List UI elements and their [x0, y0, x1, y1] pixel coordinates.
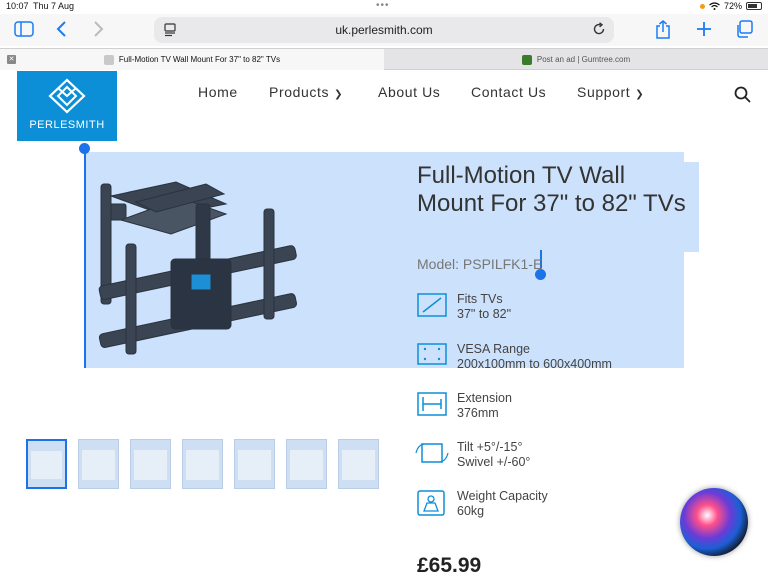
- thumbnail-3[interactable]: [130, 439, 171, 489]
- location-indicator-icon: [699, 3, 705, 9]
- nav-support[interactable]: Support ❯: [577, 84, 644, 100]
- thumbnail-6[interactable]: [286, 439, 327, 489]
- logo-text: PERLESMITH: [29, 119, 105, 131]
- status-bar: 10:07 Thu 7 Aug ••• 72%: [0, 0, 768, 14]
- sidebar-icon[interactable]: [14, 20, 34, 38]
- battery-icon: [746, 2, 762, 10]
- thumbnail-5[interactable]: [234, 439, 275, 489]
- siri-orb-icon[interactable]: [680, 488, 748, 556]
- spec-label: Weight Capacity: [457, 489, 548, 503]
- tv-size-icon: [417, 293, 447, 317]
- spec-label: Tilt +5°/-15°: [457, 440, 523, 454]
- chevron-down-icon: ❯: [334, 89, 344, 100]
- spec-label: VESA Range: [457, 342, 530, 356]
- product-image[interactable]: [96, 174, 306, 364]
- weight-icon: [417, 490, 445, 516]
- nav-contact-us[interactable]: Contact Us: [471, 84, 546, 100]
- product-model: Model: PSPILFK1-E: [417, 256, 543, 272]
- spec-value: 376mm: [457, 406, 499, 420]
- browser-toolbar: uk.perlesmith.com: [0, 14, 768, 46]
- thumbnail-4[interactable]: [182, 439, 223, 489]
- spec-value: 200x100mm to 600x400mm: [457, 357, 612, 371]
- selection-start-caret: [84, 150, 86, 368]
- nav-label: Home: [198, 84, 238, 100]
- nav-products[interactable]: Products ❯: [269, 84, 343, 100]
- vesa-icon: [417, 343, 447, 365]
- tab-gumtree[interactable]: Post an ad | Gumtree.com: [384, 49, 768, 70]
- new-tab-icon[interactable]: [696, 20, 712, 38]
- spec-value: Swivel +/-60°: [457, 455, 531, 469]
- status-time: 10:07: [6, 1, 29, 11]
- tab-bar: ✕ Full-Motion TV Wall Mount For 37" to 8…: [0, 48, 768, 70]
- thumbnail-1[interactable]: [26, 439, 67, 489]
- battery-percent: 72%: [723, 1, 742, 11]
- multitasking-dots-icon[interactable]: •••: [376, 0, 390, 11]
- share-icon[interactable]: [655, 20, 671, 40]
- spec-label: Fits TVs: [457, 292, 503, 306]
- extension-icon: [417, 392, 447, 416]
- nav-label: Products: [269, 84, 330, 100]
- nav-label: Contact Us: [471, 84, 547, 100]
- forward-icon[interactable]: [92, 20, 104, 38]
- back-icon[interactable]: [56, 20, 68, 38]
- tab-overview-icon[interactable]: [735, 20, 753, 38]
- search-icon[interactable]: [734, 86, 751, 103]
- thumbnail-7[interactable]: [338, 439, 379, 489]
- product-price: £65.99: [417, 554, 482, 577]
- selection-start-handle[interactable]: [79, 143, 90, 154]
- nav-label: Support: [577, 84, 631, 100]
- chevron-down-icon: ❯: [635, 89, 645, 100]
- perlesmith-logo[interactable]: PERLESMITH: [17, 71, 117, 141]
- nav-home[interactable]: Home: [198, 84, 238, 100]
- nav-about-us[interactable]: About Us: [378, 84, 440, 100]
- status-date: Thu 7 Aug: [33, 1, 75, 11]
- tab-perlesmith[interactable]: ✕ Full-Motion TV Wall Mount For 37" to 8…: [0, 49, 384, 70]
- thumbnail-strip: [26, 439, 379, 489]
- nav-label: About Us: [378, 84, 441, 100]
- thumbnail-2[interactable]: [78, 439, 119, 489]
- reload-icon[interactable]: [592, 22, 606, 36]
- close-tab-icon[interactable]: ✕: [7, 55, 16, 64]
- url-text: uk.perlesmith.com: [335, 23, 433, 37]
- spec-value: 37" to 82": [457, 307, 512, 321]
- gumtree-favicon-icon: [521, 54, 532, 65]
- perlesmith-favicon-icon: [103, 54, 114, 65]
- product-title: Full-Motion TV Wall Mount For 37" to 82"…: [417, 162, 686, 217]
- spec-label: Extension: [457, 391, 512, 405]
- logo-mark-icon: [48, 78, 86, 114]
- wifi-icon: [709, 2, 720, 10]
- address-bar[interactable]: uk.perlesmith.com: [154, 17, 614, 43]
- status-right: 72%: [699, 1, 762, 11]
- tab-title: Full-Motion TV Wall Mount For 37" to 82"…: [118, 55, 281, 64]
- tilt-swivel-icon: [415, 443, 449, 463]
- tab-title: Post an ad | Gumtree.com: [536, 55, 631, 64]
- web-page: PERLESMITH Home Products ❯ About Us Conta…: [0, 70, 768, 577]
- spec-value: 60kg: [457, 504, 485, 518]
